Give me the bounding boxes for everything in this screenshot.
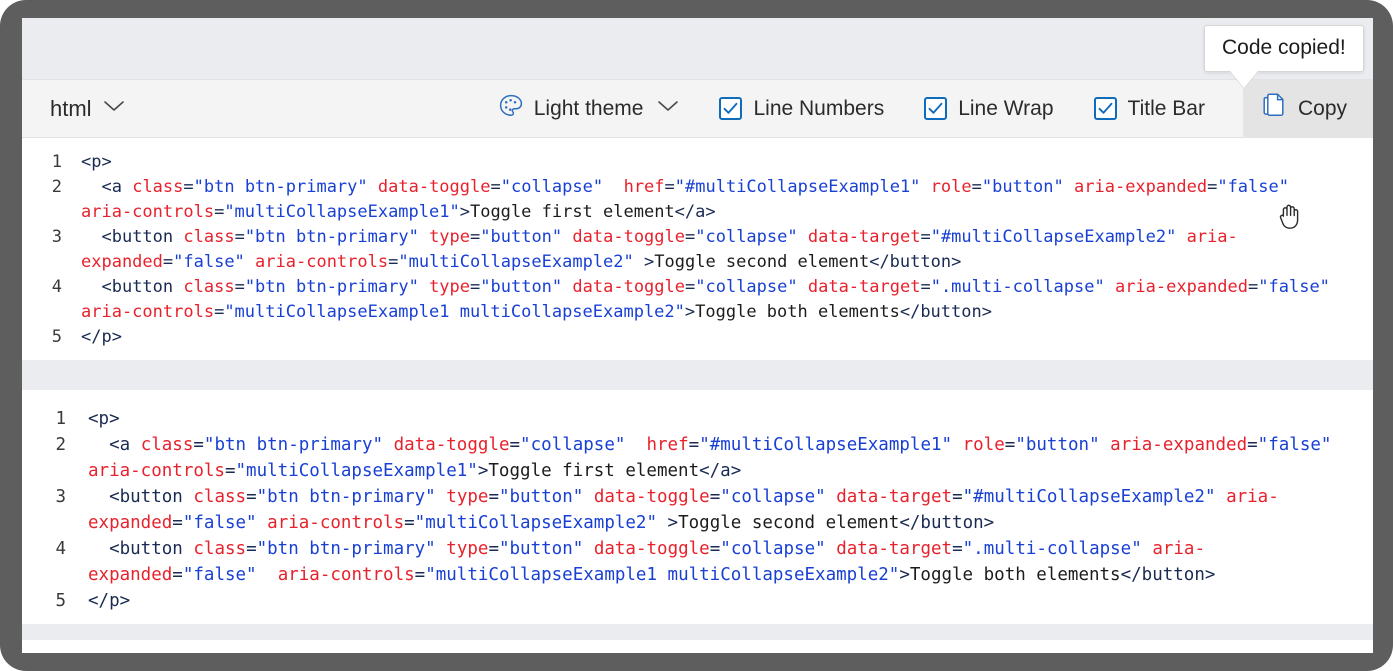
code-line: 4 <button class="btn btn-primary" type="… xyxy=(22,275,1373,325)
line-number: 5 xyxy=(55,591,66,611)
code-block-separator xyxy=(22,360,1373,390)
checkbox-label: Line Numbers xyxy=(753,96,885,120)
copy-button[interactable]: Copy xyxy=(1242,79,1373,138)
checkbox-line-wrap[interactable]: Line Wrap xyxy=(924,96,1054,121)
checkbox-checked-icon xyxy=(924,97,948,120)
code-line: 2 <a class="btn btn-primary" data-toggle… xyxy=(22,432,1373,484)
theme-label: Light theme xyxy=(533,96,644,120)
window-frame: html Light theme Line Numbers Line Wrap … xyxy=(0,0,1393,671)
toolbar: html Light theme Line Numbers Line Wrap … xyxy=(22,79,1373,229)
code-line: 1 <p> xyxy=(22,406,1373,432)
line-number: 4 xyxy=(55,539,66,559)
checkbox-title-bar[interactable]: Title Bar xyxy=(1093,96,1205,121)
code-line-text: <button class="btn btn-primary" type="bu… xyxy=(81,227,1238,272)
tooltip-tail-icon xyxy=(1230,71,1258,88)
checkbox-label: Line Wrap xyxy=(958,96,1054,120)
line-number: 2 xyxy=(51,177,62,197)
line-number: 3 xyxy=(55,487,66,507)
code-line-text: <button class="btn btn-primary" type="bu… xyxy=(81,277,1330,322)
palette-icon xyxy=(498,93,524,124)
code-line-text: <button class="btn btn-primary" type="bu… xyxy=(88,539,1216,585)
code-line: 3 <button class="btn btn-primary" type="… xyxy=(22,225,1373,275)
code-line: 1 <p> xyxy=(22,150,1373,175)
checkbox-line-numbers[interactable]: Line Numbers xyxy=(719,97,884,121)
bottom-strip xyxy=(22,624,1373,640)
code-line-text: <a class="btn btn-primary" data-toggle="… xyxy=(88,435,1332,481)
code-line-text: <p> xyxy=(81,152,112,172)
code-line-text: </p> xyxy=(81,327,122,347)
code-line: 5 </p> xyxy=(22,588,1373,614)
line-number: 4 xyxy=(51,277,62,297)
code-line: 4 <button class="btn btn-primary" type="… xyxy=(22,536,1373,588)
chevron-down-icon xyxy=(103,99,125,118)
code-line: 3 <button class="btn btn-primary" type="… xyxy=(22,484,1373,536)
code-line: 2 <a class="btn btn-primary" data-toggle… xyxy=(22,175,1373,225)
code-block-primary[interactable]: 1 <p> 2 <a class="btn btn-primary" data-to… xyxy=(22,138,1373,360)
tooltip-text: Code copied! xyxy=(1204,25,1364,72)
tooltip-code-copied: Code copied! xyxy=(1204,25,1364,88)
language-selector[interactable]: html xyxy=(50,96,125,122)
copy-label: Copy xyxy=(1297,96,1347,120)
chevron-down-icon xyxy=(657,99,679,118)
code-line: 5 </p> xyxy=(22,325,1373,350)
line-number: 3 xyxy=(51,227,62,247)
code-line-text: <p> xyxy=(88,409,120,429)
line-number: 1 xyxy=(55,409,66,429)
code-line-text: </p> xyxy=(88,591,131,611)
checkbox-label: Title Bar xyxy=(1127,96,1205,120)
code-line-text: <button class="btn btn-primary" type="bu… xyxy=(88,487,1279,533)
language-label: html xyxy=(50,95,92,121)
line-number: 1 xyxy=(51,152,62,172)
line-number: 2 xyxy=(55,435,66,455)
title-bar-strip xyxy=(22,18,1373,80)
copy-icon xyxy=(1263,93,1288,124)
theme-selector[interactable]: Light theme xyxy=(498,93,680,124)
line-number: 5 xyxy=(51,327,62,347)
checkbox-checked-icon xyxy=(1093,97,1117,120)
code-line-text: <a class="btn btn-primary" data-toggle="… xyxy=(81,177,1289,222)
code-viewer-window: html Light theme Line Numbers Line Wrap … xyxy=(22,18,1373,653)
code-block-secondary[interactable]: 1 <p> 2 <a class="btn btn-primary" data-to… xyxy=(22,390,1373,624)
checkbox-checked-icon xyxy=(719,97,743,120)
